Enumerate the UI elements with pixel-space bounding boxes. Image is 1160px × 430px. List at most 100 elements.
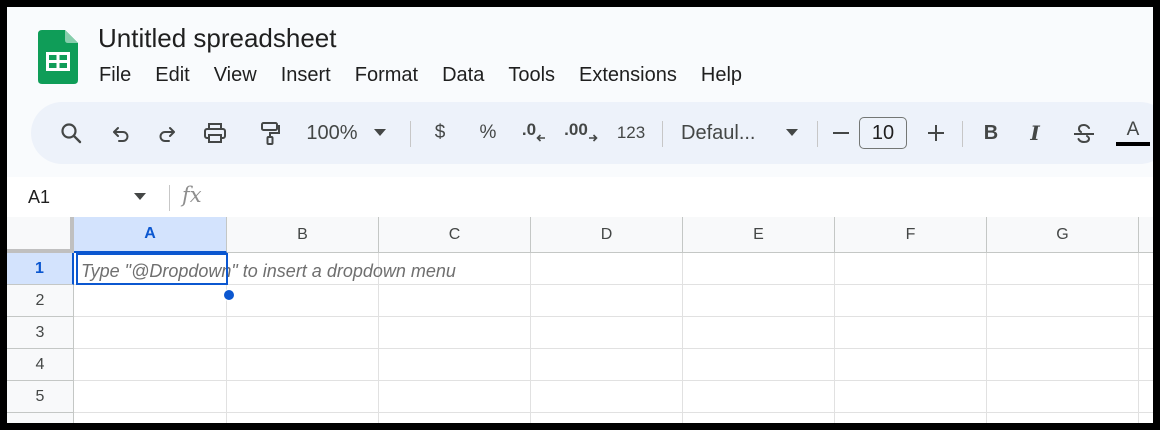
more-formats-button[interactable]: 123 [613, 102, 649, 164]
menu-edit[interactable]: Edit [143, 61, 201, 89]
row-header-6[interactable] [7, 413, 74, 423]
row-header-5[interactable]: 5 [7, 381, 74, 413]
menu-insert[interactable]: Insert [269, 61, 343, 89]
column-header-f[interactable]: F [835, 217, 987, 253]
cell-e1[interactable] [683, 253, 835, 285]
column-header-h[interactable] [1139, 217, 1153, 253]
cell-f2[interactable] [835, 285, 987, 317]
zoom-select[interactable]: 100% [297, 102, 367, 164]
minus-icon[interactable] [829, 102, 853, 164]
cell-f3[interactable] [835, 317, 987, 349]
column-header-c[interactable]: C [379, 217, 531, 253]
sheets-logo-icon[interactable] [38, 30, 78, 84]
cell-f5[interactable] [835, 381, 987, 413]
cell-c6[interactable] [379, 413, 531, 423]
cell-g2[interactable] [987, 285, 1139, 317]
search-icon[interactable] [57, 102, 85, 164]
menu-help[interactable]: Help [689, 61, 754, 89]
menu-view[interactable]: View [202, 61, 269, 89]
active-cell-a1[interactable] [76, 253, 228, 285]
row-header-4[interactable]: 4 [7, 349, 74, 381]
font-size-input[interactable]: 10 [859, 117, 907, 149]
italic-button[interactable]: I [1023, 102, 1047, 164]
cell-e6[interactable] [683, 413, 835, 423]
cell-f4[interactable] [835, 349, 987, 381]
cell-d6[interactable] [531, 413, 683, 423]
cell-g1[interactable] [987, 253, 1139, 285]
text-color-swatch [1116, 142, 1150, 146]
cell-b2[interactable] [227, 285, 379, 317]
column-header-a[interactable]: A [74, 217, 227, 253]
print-icon[interactable] [201, 102, 229, 164]
cell-h3[interactable] [1139, 317, 1153, 349]
cell-d1[interactable] [531, 253, 683, 285]
cell-d5[interactable] [531, 381, 683, 413]
bold-button[interactable]: B [979, 102, 1003, 164]
paint-format-icon[interactable] [256, 102, 284, 164]
document-title[interactable]: Untitled spreadsheet [98, 22, 336, 54]
menu-format[interactable]: Format [343, 61, 430, 89]
cell-b5[interactable] [227, 381, 379, 413]
chevron-down-icon[interactable] [134, 188, 146, 206]
cell-d3[interactable] [531, 317, 683, 349]
font-family-select[interactable]: Defaul... [681, 102, 765, 164]
menu-tools[interactable]: Tools [496, 61, 567, 89]
currency-format-button[interactable]: $ [427, 102, 453, 164]
undo-icon[interactable] [107, 102, 135, 164]
cell-h1[interactable] [1139, 253, 1153, 285]
cell-g4[interactable] [987, 349, 1139, 381]
strikethrough-icon[interactable] [1071, 102, 1097, 164]
plus-icon[interactable] [924, 102, 948, 164]
column-header-e[interactable]: E [683, 217, 835, 253]
cell-a5[interactable] [74, 381, 227, 413]
cell-g6[interactable] [987, 413, 1139, 423]
menu-data[interactable]: Data [430, 61, 496, 89]
fill-handle[interactable] [223, 289, 235, 301]
column-header-g[interactable]: G [987, 217, 1139, 253]
select-all-corner[interactable] [7, 217, 74, 253]
cell-a3[interactable] [74, 317, 227, 349]
menu-file[interactable]: File [87, 61, 143, 89]
chevron-down-icon[interactable] [369, 102, 391, 164]
decrease-decimal-button[interactable]: .0 [519, 102, 549, 164]
cell-h5[interactable] [1139, 381, 1153, 413]
column-header-d[interactable]: D [531, 217, 683, 253]
cell-b6[interactable] [227, 413, 379, 423]
decrease-decimal-label: .0 [521, 120, 537, 139]
cell-f6[interactable] [835, 413, 987, 423]
cell-f1[interactable] [835, 253, 987, 285]
row-header-3[interactable]: 3 [7, 317, 74, 349]
row-header-1[interactable]: 1 [7, 253, 74, 285]
cell-b4[interactable] [227, 349, 379, 381]
cell-g3[interactable] [987, 317, 1139, 349]
name-box[interactable]: A1 [28, 187, 50, 208]
row-header-2[interactable]: 2 [7, 285, 74, 317]
cell-d2[interactable] [531, 285, 683, 317]
cell-c3[interactable] [379, 317, 531, 349]
cell-e4[interactable] [683, 349, 835, 381]
percent-format-button[interactable]: % [475, 102, 501, 164]
cell-e2[interactable] [683, 285, 835, 317]
cell-h6[interactable] [1139, 413, 1153, 423]
cell-a6[interactable] [74, 413, 227, 423]
menu-extensions[interactable]: Extensions [567, 61, 689, 89]
cell-h4[interactable] [1139, 349, 1153, 381]
chevron-down-icon[interactable] [781, 102, 803, 164]
cell-d4[interactable] [531, 349, 683, 381]
redo-icon[interactable] [153, 102, 181, 164]
text-color-button[interactable]: A [1115, 102, 1151, 164]
cell-c2[interactable] [379, 285, 531, 317]
cell-c5[interactable] [379, 381, 531, 413]
spreadsheet-grid: A B C D E F G 1 2 3 4 5 Type "@Dropdown"… [7, 217, 1153, 423]
toolbar: 100% $ % .0 .00 123 Defaul... 10 B I A [31, 102, 1153, 164]
cell-g5[interactable] [987, 381, 1139, 413]
cell-c4[interactable] [379, 349, 531, 381]
cell-h2[interactable] [1139, 285, 1153, 317]
cell-a4[interactable] [74, 349, 227, 381]
cell-b3[interactable] [227, 317, 379, 349]
column-header-b[interactable]: B [227, 217, 379, 253]
cell-a2[interactable] [74, 285, 227, 317]
cell-e3[interactable] [683, 317, 835, 349]
increase-decimal-button[interactable]: .00 [563, 102, 599, 164]
cell-e5[interactable] [683, 381, 835, 413]
